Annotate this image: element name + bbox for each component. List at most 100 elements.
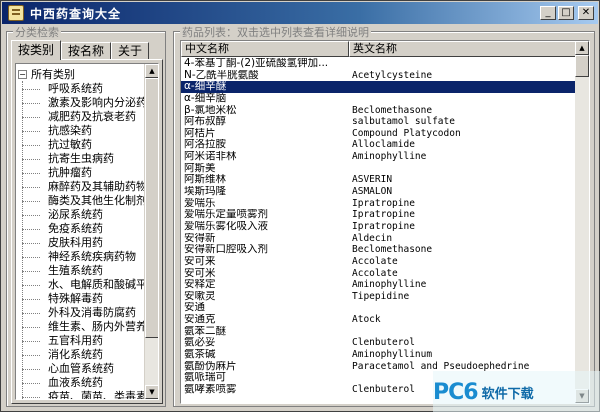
table-row[interactable]: 阿斯美 (181, 163, 577, 175)
english-name-cell (349, 302, 577, 314)
chinese-name-cell: α-细辛脑 (184, 92, 227, 104)
english-name-cell (349, 326, 577, 338)
english-name-cell (349, 163, 577, 175)
scroll-up-arrow-icon[interactable]: ▲ (145, 64, 158, 78)
english-name-cell: Acetylcysteine (352, 69, 433, 81)
table-row[interactable]: α-细辛醚 (181, 81, 577, 93)
table-row[interactable]: 安得新口腔吸入剂 Beclomethasone (181, 244, 577, 256)
table-row[interactable]: 阿布叔醇 salbutamol sulfate (181, 116, 577, 128)
chinese-name-cell: 氨苯二醚 (184, 325, 226, 337)
chinese-name-cell: 阿斯维林 (184, 174, 226, 186)
chinese-name-cell: 安通克 (184, 314, 216, 326)
tree-item[interactable]: 皮肤科用药 (16, 236, 144, 250)
tree-item[interactable]: 心血管系统药 (16, 362, 144, 376)
chinese-name-cell: 4-苯基丁酮-(2)亚硫酸氢钾加... (184, 58, 329, 69)
tree-item[interactable]: 外科及消毒防腐药 (16, 306, 144, 320)
english-name-cell (349, 81, 577, 93)
tree-item[interactable]: 神经系统疾病药物 (16, 250, 144, 264)
collapse-icon[interactable]: − (18, 69, 27, 79)
tree-item[interactable]: 抗过敏药 (16, 138, 144, 152)
table-row[interactable]: 阿洛拉胺 Alloclamide (181, 139, 577, 151)
tree-item[interactable]: 麻醉药及其辅助药物 (16, 180, 144, 194)
maximize-button[interactable]: □ (558, 6, 574, 20)
table-row[interactable]: 氨苯二醚 (181, 326, 577, 338)
title-bar[interactable]: 中西药查询大全 _ □ ✕ (2, 2, 598, 24)
chinese-name-cell: 爱喘乐 (184, 197, 216, 209)
tree-item[interactable]: 血液系统药 (16, 376, 144, 390)
tree-item[interactable]: 激素及影响内分泌药 (16, 96, 144, 110)
drug-list[interactable]: 中文名称 英文名称 4-苯基丁酮-(2)亚硫酸氢钾加... N-乙酰半胱氨酸 Ace… (180, 40, 590, 404)
table-row[interactable]: 安可来 Accolate (181, 256, 577, 268)
chinese-name-cell: 安得新 (184, 232, 216, 244)
scroll-down-arrow-icon[interactable]: ▼ (145, 385, 158, 399)
table-row[interactable]: 安释定 Aminophylline (181, 279, 577, 291)
tree-item[interactable]: 维生素、肠内外营养 (16, 320, 144, 334)
scroll-up-arrow-icon[interactable]: ▲ (575, 41, 589, 55)
tree-item[interactable]: 酶类及其他生化制剂 (16, 194, 144, 208)
chinese-name-cell: 安得新口腔吸入剂 (184, 244, 268, 256)
tree-root[interactable]: − 所有类别 (18, 67, 75, 81)
list-scroll-thumb[interactable] (575, 55, 589, 77)
tab-about[interactable]: 关于 (111, 42, 150, 60)
english-name-cell: Ipratropine (352, 209, 415, 221)
tree-item[interactable]: 五官科用药 (16, 334, 144, 348)
tab-by-category[interactable]: 按类别 (11, 40, 62, 60)
table-row[interactable]: 阿米诺非林 Aminophylline (181, 151, 577, 163)
list-scrollbar[interactable]: ▲ ▼ (575, 41, 589, 403)
chinese-name-cell: 爱喘乐雾化吸入液 (184, 220, 268, 232)
close-button[interactable]: ✕ (578, 6, 594, 20)
table-row[interactable]: 安通 (181, 302, 577, 314)
tree-item[interactable]: 生殖系统药 (16, 264, 144, 278)
minimize-button[interactable]: _ (540, 6, 556, 20)
tree-scrollbar[interactable]: ▲ ▼ (144, 64, 158, 399)
tab-by-name[interactable]: 按名称 (61, 42, 112, 60)
tree-item[interactable]: 抗肿瘤药 (16, 166, 144, 180)
window-title: 中西药查询大全 (30, 6, 122, 21)
chinese-name-cell: 阿斯美 (184, 162, 216, 174)
tree-item[interactable]: 消化系统药 (16, 348, 144, 362)
column-header-english-name[interactable]: 英文名称 (349, 41, 577, 57)
category-group-label: 分类检索 (13, 24, 61, 40)
category-tree[interactable]: − 所有类别 呼吸系统药 激素及影响内分泌药 减肥药及抗衰老药 抗感染药 抗过敏药 抗寄生… (15, 63, 159, 400)
table-row[interactable]: 埃斯玛隆 ASMALON (181, 186, 577, 198)
tree-item[interactable]: 免疫系统药 (16, 222, 144, 236)
table-row[interactable]: α-细辛脑 (181, 93, 577, 105)
tree-item[interactable]: 疫苗、菌苗、类毒素 (16, 390, 144, 399)
table-row[interactable]: 爱喘乐 Ipratropine (181, 198, 577, 210)
category-group: 分类检索 按类别 按名称 关于 − 所有类别 呼吸系统药 激素及影响内分泌药 减肥药… (6, 24, 166, 407)
table-row[interactable]: 氨必妥 Clenbuterol (181, 337, 577, 349)
table-row[interactable]: 爱喘乐雾化吸入液 Ipratropine (181, 221, 577, 233)
tree-items: 呼吸系统药 激素及影响内分泌药 减肥药及抗衰老药 抗感染药 抗过敏药 抗寄生虫病药 抗肿瘤药… (16, 82, 144, 399)
english-name-cell: Accolate (352, 255, 398, 267)
english-name-cell: Aminophyllinum (352, 349, 433, 361)
table-row[interactable]: 氨茶碱 Aminophyllinum (181, 349, 577, 361)
table-row[interactable]: 爱喘乐定量喷雾剂 Ipratropine (181, 209, 577, 221)
table-row[interactable]: 阿斯维林 ASVERIN (181, 174, 577, 186)
tree-scroll-thumb[interactable] (145, 78, 158, 338)
table-row[interactable]: 安嗽灵 Tipepidine (181, 291, 577, 303)
chinese-name-cell: α-细辛醚 (184, 81, 227, 93)
tree-item[interactable]: 特殊解毒药 (16, 292, 144, 306)
table-row[interactable]: 阿桔片 Compound Platycodon (181, 128, 577, 140)
chinese-name-cell: 安通 (184, 302, 205, 314)
english-name-cell: Clenbuterol (352, 337, 415, 349)
chinese-name-cell: N-乙酰半胱氨酸 (184, 69, 259, 81)
table-row[interactable]: 安得新 Aldecin (181, 233, 577, 245)
table-row[interactable]: 4-苯基丁酮-(2)亚硫酸氢钾加... (181, 58, 577, 70)
column-header-chinese-name[interactable]: 中文名称 (181, 41, 349, 57)
table-row[interactable]: 安可米 Accolate (181, 268, 577, 280)
tree-item[interactable]: 减肥药及抗衰老药 (16, 110, 144, 124)
tree-root-label: 所有类别 (31, 68, 75, 81)
tree-item[interactable]: 抗寄生虫病药 (16, 152, 144, 166)
english-name-cell: Beclomethasone (352, 244, 433, 256)
watermark: PC6 软件下载 (433, 371, 600, 412)
tree-item[interactable]: 呼吸系统药 (16, 82, 144, 96)
tree-item[interactable]: 泌尿系统药 (16, 208, 144, 222)
tree-item[interactable]: 水、电解质和酸碱平衡 (16, 278, 144, 292)
english-name-cell: Alloclamide (352, 139, 415, 151)
table-row[interactable]: 安通克 Atock (181, 314, 577, 326)
table-row[interactable]: β-氯地米松 Beclomethasone (181, 105, 577, 117)
category-tabs: 按类别 按名称 关于 (11, 40, 150, 60)
table-row[interactable]: N-乙酰半胱氨酸 Acetylcysteine (181, 70, 577, 82)
tree-item[interactable]: 抗感染药 (16, 124, 144, 138)
